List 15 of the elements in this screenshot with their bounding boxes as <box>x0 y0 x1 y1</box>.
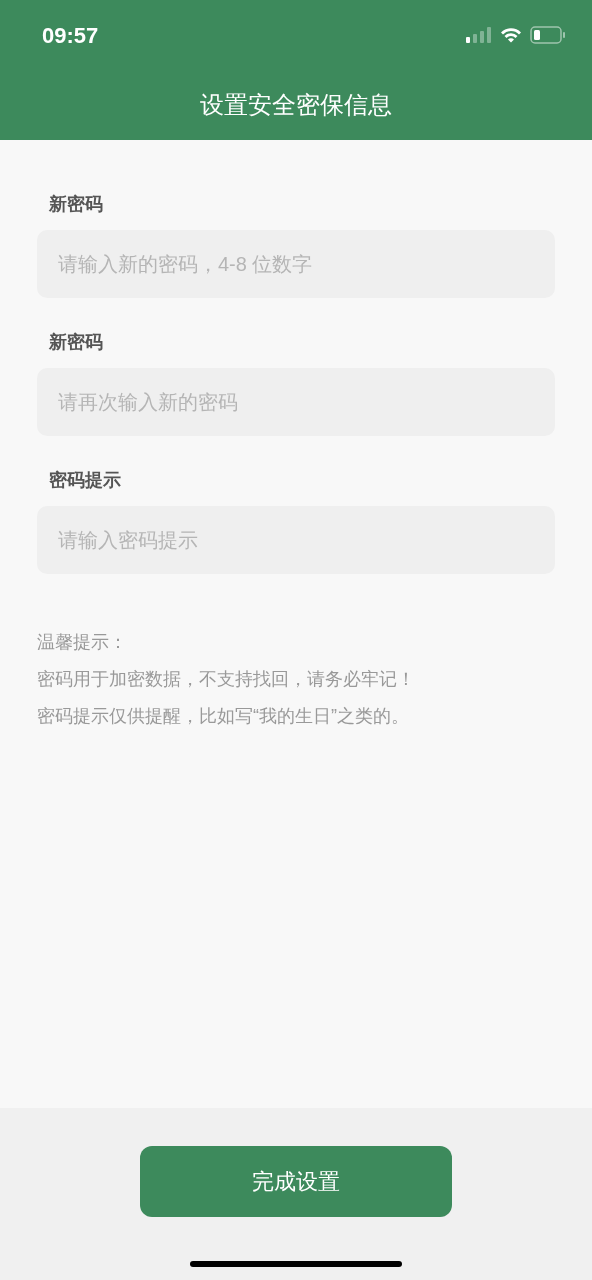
page-title: 设置安全密保信息 <box>200 90 392 120</box>
submit-button[interactable]: 完成设置 <box>140 1146 452 1217</box>
input-field[interactable]: 请输入密码提示 <box>37 506 555 574</box>
field-label: 新密码 <box>49 193 104 216</box>
input-field[interactable]: 请再次输入新的密码 <box>37 368 555 436</box>
tips-title: 温馨提示： <box>37 631 128 654</box>
battery-icon <box>530 26 566 44</box>
tip-text: 密码用于加密数据，不支持找回，请务必牢记！ <box>37 668 416 691</box>
field-label: 密码提示 <box>49 469 122 492</box>
input-field[interactable]: 请输入新的密码，4-8 位数字 <box>37 230 555 298</box>
signal-icon <box>466 27 492 43</box>
tip-text: 密码提示仅供提醒，比如写“我的生日”之类的。 <box>37 705 410 728</box>
status-time: 09:57 <box>42 21 99 50</box>
wifi-icon <box>500 27 522 43</box>
field-label: 新密码 <box>49 331 104 354</box>
